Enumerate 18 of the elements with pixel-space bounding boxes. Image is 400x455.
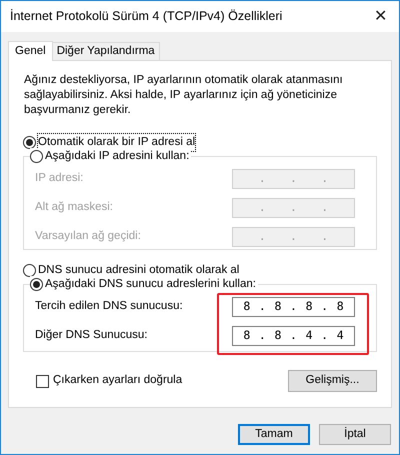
ip-address-field[interactable]: 8 . 8 . 4 . 4	[232, 326, 355, 346]
close-button[interactable]: ✕	[374, 8, 387, 24]
field-label: Diğer DNS Sunucusu:	[35, 328, 148, 344]
tab[interactable]: Genel	[8, 41, 53, 61]
tab[interactable]: Diğer Yapılandırma	[52, 42, 160, 60]
advanced-button[interactable]: Gelişmiş...	[288, 370, 377, 392]
dialog-button[interactable]: Tamam	[238, 424, 310, 445]
radio-button[interactable]: Aşağıdaki DNS sunucu adreslerini kullan:	[30, 276, 258, 293]
field-label: Varsayılan ağ geçidi:	[35, 229, 141, 244]
radio-button[interactable]: Aşağıdaki IP adresini kullan:	[30, 148, 192, 165]
dialog-button[interactable]: İptal	[319, 424, 391, 445]
field-label: Alt ağ maskesi:	[35, 200, 113, 216]
ip-address-field[interactable]: 8 . 8 . 8 . 8	[232, 297, 355, 317]
description-text: Ağınız destekliyorsa, IP ayarlarının otomatik olarak atanmasını sağlayabilirsiniz. Aksi halde, IP ayarlarınız için ağ yöneticinize başvurmanız gerekir.	[23, 73, 344, 118]
window-title: İnternet Protokolü Sürüm 4 (TCP/IPv4) Özellikleri	[10, 8, 282, 26]
field-label: IP adresi:	[35, 171, 84, 186]
checkbox[interactable]: Çıkarken ayarları doğrula	[36, 372, 182, 390]
field-label: Tercih edilen DNS sunucusu:	[35, 299, 183, 314]
